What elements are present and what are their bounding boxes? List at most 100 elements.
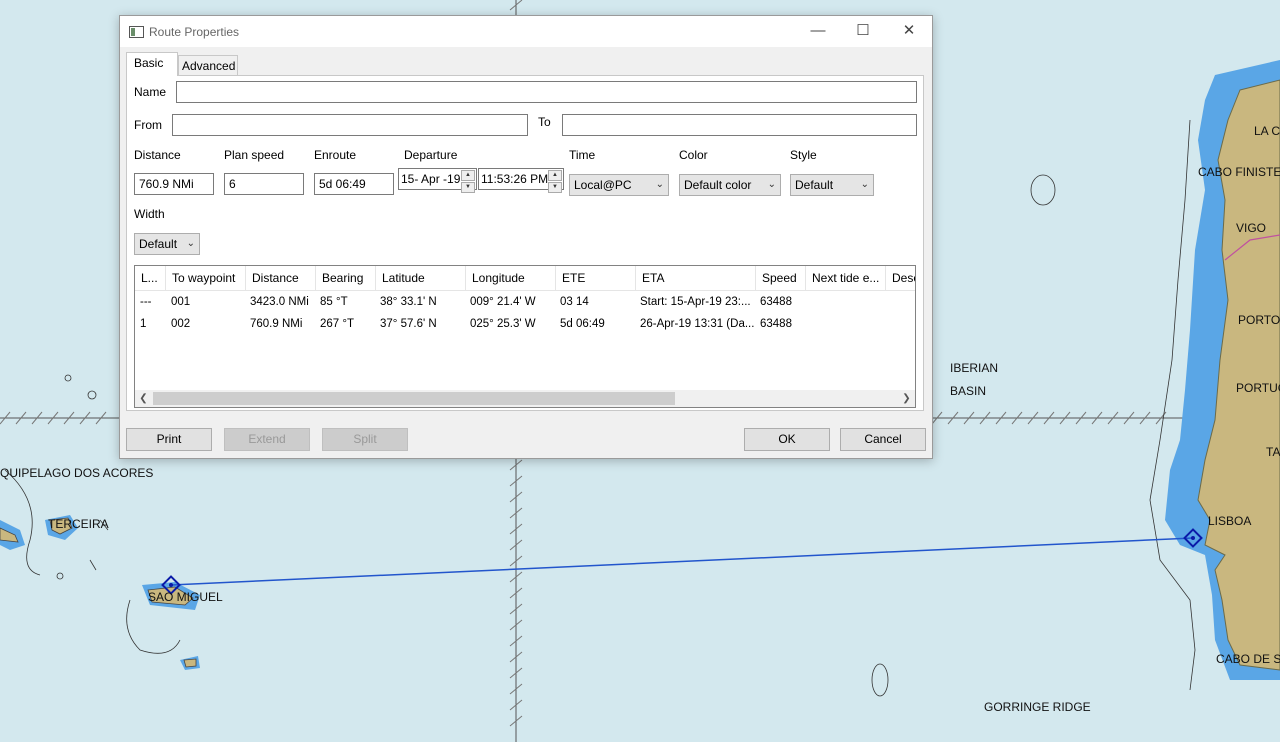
cell-distance: 3423.0 NMi [250, 296, 309, 308]
cell-bearing: 267 °T [320, 318, 355, 330]
cell-desc [885, 291, 915, 313]
plan-speed-label: Plan speed [224, 148, 285, 162]
departure-label: Departure [404, 148, 458, 162]
cell-leg: --- [140, 296, 152, 308]
to-input[interactable] [562, 114, 917, 136]
column-header-leg[interactable]: L... [135, 266, 166, 290]
cell-latitude: 38° 33.1' N [380, 296, 437, 308]
spin-down-icon[interactable]: ▼ [548, 182, 562, 193]
scroll-right-icon[interactable]: ❯ [898, 390, 915, 407]
column-header-speed[interactable]: Speed [756, 266, 806, 290]
ok-button[interactable]: OK [744, 428, 830, 451]
title-bar[interactable]: Route Properties — ☐ ✕ [120, 16, 932, 47]
color-label: Color [679, 148, 708, 162]
column-header-latitude[interactable]: Latitude [376, 266, 466, 290]
cell-longitude: 025° 25.3' W [470, 318, 536, 330]
cell-next-tide [805, 313, 885, 335]
style-label: Style [790, 148, 817, 162]
cell-eta: 26-Apr-19 13:31 (Da... [640, 318, 755, 330]
color-select[interactable]: Default color ⌄ [679, 174, 781, 196]
table-row[interactable]: --- 001 3423.0 NMi 85 °T 38° 33.1' N 009… [135, 291, 915, 313]
from-input[interactable] [172, 114, 528, 136]
map-label-portugal: PORTUG [1236, 381, 1280, 395]
minimize-icon[interactable]: — [803, 21, 833, 43]
width-select[interactable]: Default ⌄ [134, 233, 200, 255]
map-label-cabo-de-sao-vicente: CABO DE S [1216, 652, 1280, 666]
column-header-to-waypoint[interactable]: To waypoint [166, 266, 246, 290]
enroute-label: Enroute [314, 148, 357, 162]
tab-advanced[interactable]: Advanced [178, 55, 238, 76]
spin-up-icon[interactable]: ▲ [461, 170, 475, 181]
departure-time-value: 11:53:26 PM [481, 172, 549, 186]
column-header-eta[interactable]: ETA [636, 266, 756, 290]
width-label: Width [134, 207, 165, 221]
departure-time-picker[interactable]: 11:53:26 PM ▲ ▼ [478, 168, 564, 193]
plan-speed-input[interactable]: 6 [224, 173, 304, 195]
cell-longitude: 009° 21.4' W [470, 296, 536, 308]
close-icon[interactable]: ✕ [894, 21, 924, 43]
chevron-down-icon: ⌄ [655, 179, 664, 190]
scrollbar-thumb[interactable] [153, 392, 675, 405]
waypoint-table[interactable]: L... To waypoint Distance Bearing Latitu… [134, 265, 916, 408]
name-input[interactable] [176, 81, 917, 103]
map-label-lisboa: LISBOA [1208, 514, 1252, 528]
enroute-field: 5d 06:49 [314, 173, 394, 195]
map-label-iberian: IBERIAN [950, 361, 999, 375]
route-properties-dialog: Route Properties — ☐ ✕ Basic Advanced Na… [119, 15, 933, 459]
map-label-basin: BASIN [950, 384, 987, 398]
cell-distance: 760.9 NMi [250, 318, 303, 330]
cell-ete: 03 14 [560, 296, 589, 308]
distance-label: Distance [134, 148, 181, 162]
scroll-left-icon[interactable]: ❮ [135, 390, 152, 407]
chevron-down-icon: ⌄ [767, 179, 776, 190]
print-button[interactable]: Print [126, 428, 212, 451]
map-label-gorringe-ridge: GORRINGE RIDGE [984, 700, 1091, 714]
column-header-ete[interactable]: ETE [556, 266, 636, 290]
column-header-next-tide[interactable]: Next tide e... [806, 266, 886, 290]
maximize-icon[interactable]: ☐ [848, 21, 878, 43]
date-spin-buttons[interactable]: ▲ ▼ [461, 169, 475, 193]
time-label: Time [569, 148, 596, 162]
departure-date-picker[interactable]: 15- Apr -19 ▲ ▼ [398, 168, 477, 193]
column-header-longitude[interactable]: Longitude [466, 266, 556, 290]
dialog-title: Route Properties [149, 25, 240, 39]
style-select[interactable]: Default ⌄ [790, 174, 874, 196]
split-button[interactable]: Split [322, 428, 408, 451]
color-select-value: Default color [684, 178, 752, 192]
cell-speed: 63488 [760, 296, 792, 308]
map-label-porto: PORTO [1238, 313, 1280, 327]
time-select[interactable]: Local@PC ⌄ [569, 174, 669, 196]
column-header-distance[interactable]: Distance [246, 266, 316, 290]
tab-basic[interactable]: Basic [126, 52, 178, 76]
cell-next-tide [805, 291, 885, 313]
horizontal-scrollbar[interactable]: ❮ ❯ [135, 390, 915, 407]
cell-eta: Start: 15-Apr-19 23:... [640, 296, 751, 308]
departure-date-value: 15- Apr -19 [401, 172, 461, 186]
cell-bearing: 85 °T [320, 296, 348, 308]
time-spin-buttons[interactable]: ▲ ▼ [548, 169, 562, 193]
map-label-cabo-finisterre: CABO FINISTE [1198, 165, 1280, 179]
style-select-value: Default [795, 178, 834, 192]
extend-button[interactable]: Extend [224, 428, 310, 451]
cell-ete: 5d 06:49 [560, 318, 605, 330]
time-select-value: Local@PC [574, 178, 632, 192]
from-label: From [134, 118, 162, 132]
spin-up-icon[interactable]: ▲ [548, 170, 562, 181]
map-label-ta: TA [1266, 445, 1280, 459]
map-label-acores: QUIPELAGO DOS ACORES [0, 466, 154, 480]
table-row[interactable]: 1 002 760.9 NMi 267 °T 37° 57.6' N 025° … [135, 313, 915, 335]
spin-down-icon[interactable]: ▼ [461, 182, 475, 193]
cell-to-waypoint: 002 [171, 318, 191, 330]
width-select-value: Default [139, 237, 178, 251]
map-label-vigo: VIGO [1236, 221, 1267, 235]
map-label-la-coruna: LA C [1254, 124, 1280, 138]
cell-speed: 63488 [760, 318, 792, 330]
window-icon [129, 26, 144, 38]
cancel-button[interactable]: Cancel [840, 428, 926, 451]
map-label-sao-miguel: SAO MIGUEL [148, 590, 223, 604]
column-header-bearing[interactable]: Bearing [316, 266, 376, 290]
cell-to-waypoint: 001 [171, 296, 191, 308]
column-header-desc[interactable]: Desc [886, 266, 915, 290]
cell-desc [885, 313, 915, 335]
distance-field: 760.9 NMi [134, 173, 214, 195]
